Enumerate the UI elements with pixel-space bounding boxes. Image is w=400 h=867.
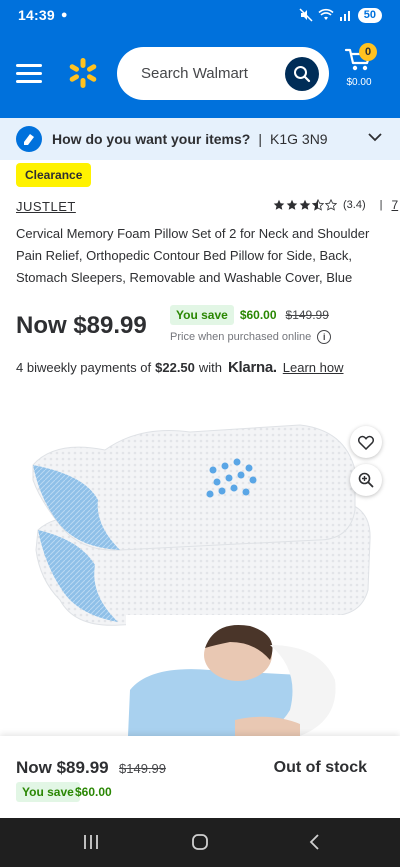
brand-link[interactable]: JUSTLET [16,199,76,214]
cart-count-badge: 0 [359,43,377,61]
out-of-stock-label: Out of stock [273,759,367,776]
postal-code: K1G 3N9 [270,131,328,147]
delivery-icon [16,126,42,152]
recent-apps-icon[interactable] [82,833,100,851]
chevron-down-icon [368,133,382,142]
klarna-payment-row: 4 biweekly payments of $22.50 with Klarn… [16,359,344,376]
learn-how-link[interactable]: Learn how [283,360,344,375]
product-title: Cervical Memory Foam Pillow Set of 2 for… [16,226,370,285]
cart-total: $0.00 [346,77,372,88]
notification-icon: ● [60,9,68,21]
current-price: Now $89.99 [16,312,147,339]
signal-icon [339,11,350,21]
favorite-button[interactable] [350,426,382,458]
price-note-text: Price when purchased online [170,331,312,343]
sticky-was-price: $149.99 [119,761,166,776]
rating-value: (3.4) [343,199,366,211]
mute-icon [299,8,313,22]
menu-button[interactable] [16,64,42,84]
back-icon[interactable] [306,833,324,851]
delivery-separator: | [258,131,262,147]
menu-line [16,64,42,67]
site-header: Search Walmart 0 $0.00 [0,30,400,118]
search-icon [294,66,311,83]
menu-line [16,80,42,83]
savings-row: You save $60.00 $149.99 [170,305,329,325]
clearance-badge: Clearance [16,163,92,187]
walmart-spark-logo[interactable] [66,56,100,90]
rating-separator: | [379,199,383,211]
delivery-question: How do you want your items? [52,131,251,147]
sticky-you-save-badge: You save [16,782,80,802]
sticky-save-amount: $60.00 [75,785,112,799]
status-icons: 50 [299,7,382,23]
star-empty-icon [325,199,337,211]
star-full-icon [286,199,298,210]
save-amount: $60.00 [239,308,277,322]
star-half-icon [312,199,324,211]
delivery-selector[interactable]: How do you want your items? | K1G 3N9 [0,118,400,160]
system-nav-bar [0,818,400,867]
home-icon[interactable] [191,833,209,851]
menu-line [16,72,42,75]
status-time: 14:39 [18,7,55,23]
star-full-icon [299,199,311,210]
klarna-amount: $22.50 [155,360,195,375]
wifi-icon [318,8,334,20]
you-save-badge: You save [170,305,234,325]
star-full-icon [273,199,285,210]
cart-button[interactable]: 0 $0.00 [342,43,388,106]
sticky-current-price: Now $89.99 [16,758,109,777]
star-rating [273,199,337,211]
sticky-price-bar: Now $89.99 $149.99 You save $60.00 Out o… [0,736,400,818]
battery-indicator: 50 [357,7,382,23]
status-bar: 14:39 ● 50 [0,0,400,30]
pillow-illustration [32,424,378,736]
rating-summary[interactable]: (3.4) | 7 [273,198,398,212]
search-input[interactable]: Search Walmart [117,47,329,100]
klarna-logo: Klarna. [228,359,277,376]
info-icon[interactable]: i [317,330,332,344]
was-price: $149.99 [285,308,329,322]
review-count-link[interactable]: 7 [391,198,398,212]
zoom-button[interactable] [350,464,382,496]
search-placeholder: Search Walmart [141,65,248,82]
heart-icon [358,435,374,450]
price-note: Price when purchased online i [170,330,332,344]
zoom-in-icon [358,472,374,488]
klarna-prefix: 4 biweekly payments of [16,360,152,375]
klarna-with: with [198,360,223,375]
search-button[interactable] [285,57,319,91]
product-image[interactable] [0,390,400,736]
